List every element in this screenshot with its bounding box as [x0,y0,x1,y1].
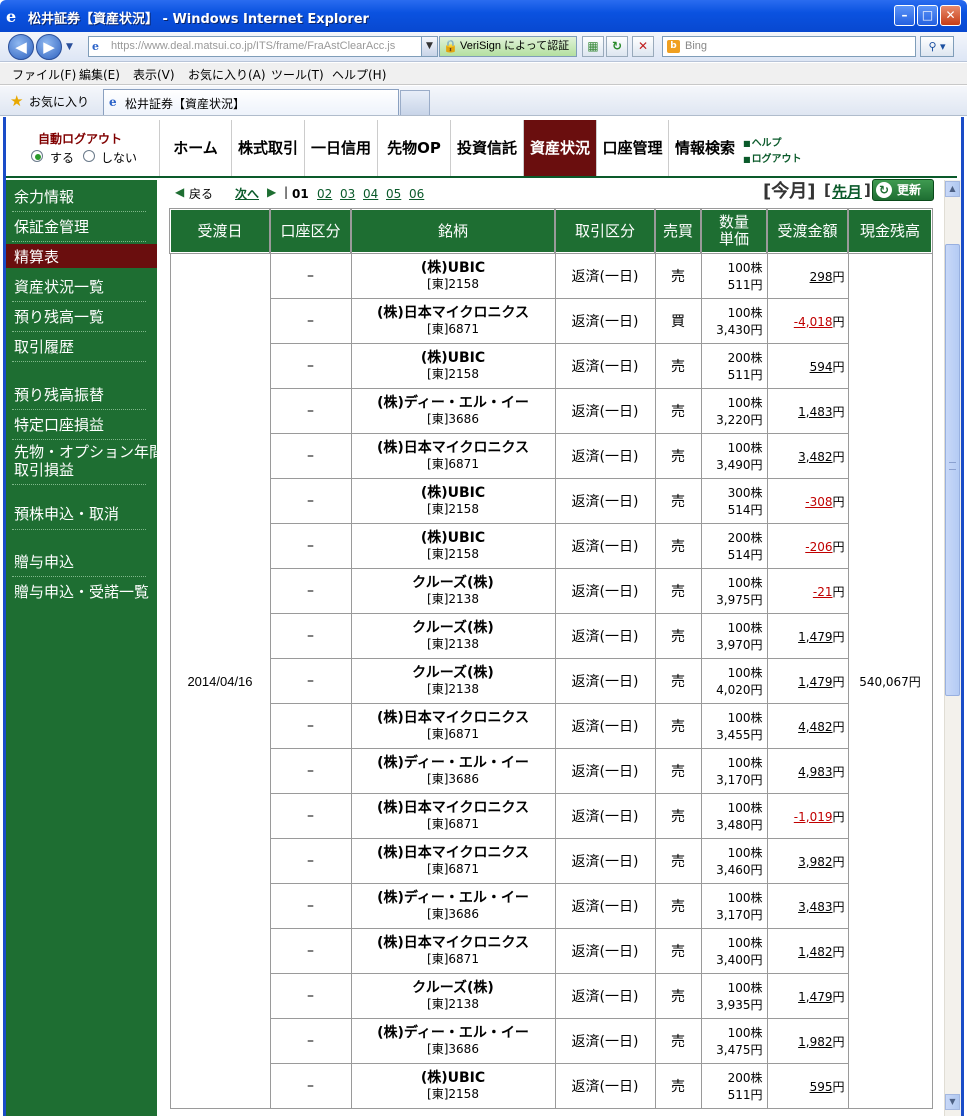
menu-favorites[interactable]: お気に入り(A) [188,66,266,83]
back-button[interactable]: ◀ [8,34,34,60]
maximize-button[interactable]: □ [917,5,938,26]
window-title: 松井証券【資産状況】 - Windows Internet Explorer [28,12,369,27]
close-button[interactable]: ✕ [940,5,961,26]
minimize-button[interactable]: – [894,5,915,26]
menu-edit[interactable]: 編集(E) [79,66,120,83]
ie-icon: e [6,7,17,26]
lock-icon: 🔒 [443,39,458,53]
compatibility-icon[interactable]: ▦ [582,36,604,57]
star-icon: ★ [10,92,24,110]
menu-file[interactable]: ファイル(F) [12,66,76,83]
new-tab-button[interactable] [400,90,430,115]
menu-tools[interactable]: ツール(T) [271,66,324,83]
tab-title: 松井証券【資産状況】 [125,97,246,111]
window-frame [3,117,964,1116]
forward-button[interactable]: ▶ [36,34,62,60]
history-dropdown-icon[interactable]: ▼ [66,42,73,52]
stop-icon[interactable]: ✕ [632,36,654,57]
search-input[interactable]: Bing [662,36,916,57]
bing-icon: b [667,40,680,53]
search-button[interactable]: ⚲ ▾ [920,36,954,57]
refresh-icon[interactable]: ↻ [606,36,628,57]
menu-view[interactable]: 表示(V) [133,66,175,83]
page-icon: e [92,40,99,53]
tab-page-icon: e [109,95,117,109]
url-input[interactable]: https://www.deal.matsui.co.jp/ITS/frame/… [88,36,438,57]
menu-help[interactable]: ヘルプ(H) [332,66,386,83]
url-dropdown-icon[interactable]: ▼ [421,37,437,56]
favorites-button[interactable]: お気に入り [29,93,89,110]
security-certificate[interactable]: VeriSign によって認証 [439,36,577,57]
